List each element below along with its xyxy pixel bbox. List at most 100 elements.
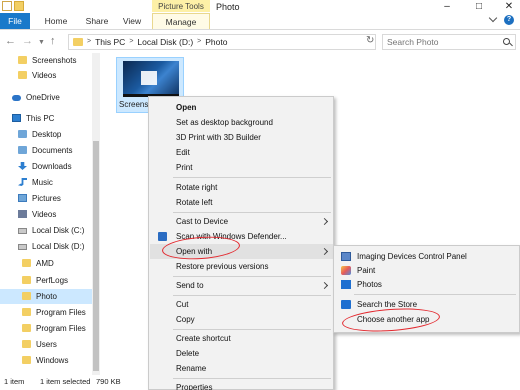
nav-item-documents[interactable]: Documents (18, 143, 88, 158)
scrollbar-thumb[interactable] (93, 141, 99, 371)
properties-icon[interactable] (2, 1, 12, 11)
menu-item-edit[interactable]: Edit (150, 145, 333, 160)
menu-item-open[interactable]: Open (150, 100, 333, 115)
nav-item-label: Screenshots (32, 56, 77, 65)
menu-item-rotate-right[interactable]: Rotate right (150, 180, 333, 195)
nav-item-label: Photo (36, 292, 57, 301)
nav-item-windows[interactable]: Windows (22, 353, 88, 368)
menu-separator (173, 295, 331, 296)
nav-item-label: Videos (32, 71, 57, 80)
nav-item-users[interactable]: Users (22, 337, 88, 352)
nav-item-screenshots[interactable]: Screenshots (18, 53, 88, 68)
menu-item-restore-previous-versions[interactable]: Restore previous versions (150, 259, 333, 274)
selection-count: 1 item selected (40, 377, 91, 386)
address-field[interactable]: > This PC > Local Disk (D:) > Photo ▼ (68, 34, 426, 50)
nav-item-label: Local Disk (C:) (32, 226, 85, 235)
refresh-icon[interactable]: ↻ (366, 35, 374, 46)
breadcrumb-this-pc[interactable]: This PC (95, 35, 125, 49)
folder-icon (18, 71, 27, 79)
folder-icon (22, 276, 31, 284)
nav-item-label: Pictures (32, 194, 61, 203)
desktop-icon (18, 130, 27, 138)
menu-item-send-to[interactable]: Send to (150, 278, 333, 293)
nav-item-perflogs[interactable]: PerfLogs (22, 273, 88, 288)
menu-item-copy[interactable]: Copy (150, 312, 333, 327)
quick-access-toolbar (2, 1, 24, 11)
tab-file[interactable]: File (0, 13, 30, 29)
menu-item-cut[interactable]: Cut (150, 297, 333, 312)
tab-share[interactable]: Share (82, 13, 112, 29)
menu-item-rename[interactable]: Rename (150, 361, 333, 376)
menu-item-set-desktop-background[interactable]: Set as desktop background (150, 115, 333, 130)
drive-icon (18, 228, 27, 234)
nav-item-music[interactable]: Music (18, 175, 88, 190)
breadcrumb-local-disk-d[interactable]: Local Disk (D:) (137, 35, 193, 49)
search-input[interactable] (387, 36, 497, 48)
nav-item-videos[interactable]: Videos (18, 68, 88, 83)
help-icon[interactable]: ? (504, 15, 514, 25)
menu-item-cast-to-device[interactable]: Cast to Device (150, 214, 333, 229)
nav-item-desktop[interactable]: Desktop (18, 127, 88, 142)
cloud-icon (12, 95, 21, 101)
submenu-item-paint[interactable]: Paint (335, 263, 519, 278)
menu-separator (173, 276, 331, 277)
breadcrumb-separator: > (197, 38, 202, 45)
nav-item-label: PerfLogs (36, 276, 69, 285)
menu-item-properties[interactable]: Properties (150, 380, 333, 390)
ribbon-controls: ? (488, 13, 514, 25)
navigation-scrollbar[interactable] (92, 53, 100, 375)
photos-icon (341, 280, 351, 289)
drive-icon (18, 244, 27, 250)
menu-item-delete[interactable]: Delete (150, 346, 333, 361)
scanner-icon (341, 252, 351, 261)
nav-item-videos-library[interactable]: Videos (18, 207, 88, 222)
breadcrumb-separator: > (129, 38, 134, 45)
nav-item-pictures[interactable]: Pictures (18, 191, 88, 206)
expand-ribbon-icon[interactable] (488, 13, 498, 23)
windows-logo-icon (141, 71, 157, 85)
menu-item-rotate-left[interactable]: Rotate left (150, 195, 333, 210)
nav-item-program-files[interactable]: Program Files (22, 305, 88, 320)
nav-item-downloads[interactable]: Downloads (18, 159, 88, 174)
menu-item-create-shortcut[interactable]: Create shortcut (150, 331, 333, 346)
tab-manage[interactable]: Manage (152, 13, 210, 29)
nav-item-local-disk-c[interactable]: Local Disk (C:) (18, 223, 90, 238)
download-icon (18, 162, 27, 170)
search-icon[interactable] (503, 38, 510, 45)
breadcrumb-photo[interactable]: Photo (205, 35, 227, 49)
defender-shield-icon (158, 232, 167, 241)
folder-icon (22, 259, 31, 267)
nav-item-label: Documents (32, 146, 73, 155)
tab-view[interactable]: View (118, 13, 146, 29)
nav-item-label: Program Files ( (36, 324, 88, 333)
nav-item-local-disk-d[interactable]: Local Disk (D:) (18, 239, 90, 254)
submenu-arrow-icon (320, 281, 329, 290)
folder-icon (22, 308, 31, 316)
videos-icon (18, 210, 27, 218)
recent-locations-icon[interactable]: ▼ (38, 37, 45, 49)
navigation-pane: Screenshots Videos OneDrive This PC Desk… (0, 53, 100, 375)
nav-item-program-files-x86[interactable]: Program Files ( (22, 321, 88, 336)
nav-item-this-pc[interactable]: This PC (12, 111, 88, 126)
submenu-item-imaging-devices[interactable]: Imaging Devices Control Panel (335, 249, 519, 264)
folder-icon (22, 292, 31, 300)
search-box[interactable] (382, 34, 516, 50)
up-arrow-icon[interactable]: ↑ (50, 35, 56, 47)
menu-item-print[interactable]: Print (150, 160, 333, 175)
new-folder-icon[interactable] (14, 1, 24, 11)
folder-icon (22, 324, 31, 332)
tab-home[interactable]: Home (40, 13, 72, 29)
menu-item-3d-print[interactable]: 3D Print with 3D Builder (150, 130, 333, 145)
nav-item-photo[interactable]: Photo (0, 289, 92, 304)
nav-item-label: OneDrive (26, 93, 60, 102)
item-count: 1 item (4, 377, 25, 386)
breadcrumb: > This PC > Local Disk (D:) > Photo (87, 35, 227, 49)
nav-item-onedrive[interactable]: OneDrive (12, 90, 88, 105)
back-arrow-icon[interactable]: ← (5, 35, 16, 47)
submenu-item-photos[interactable]: Photos (335, 277, 519, 292)
menu-separator (173, 329, 331, 330)
nav-item-label: Downloads (32, 162, 72, 171)
computer-icon (12, 114, 21, 122)
nav-item-amd[interactable]: AMD (22, 256, 88, 271)
forward-arrow-icon[interactable]: → (22, 35, 33, 47)
